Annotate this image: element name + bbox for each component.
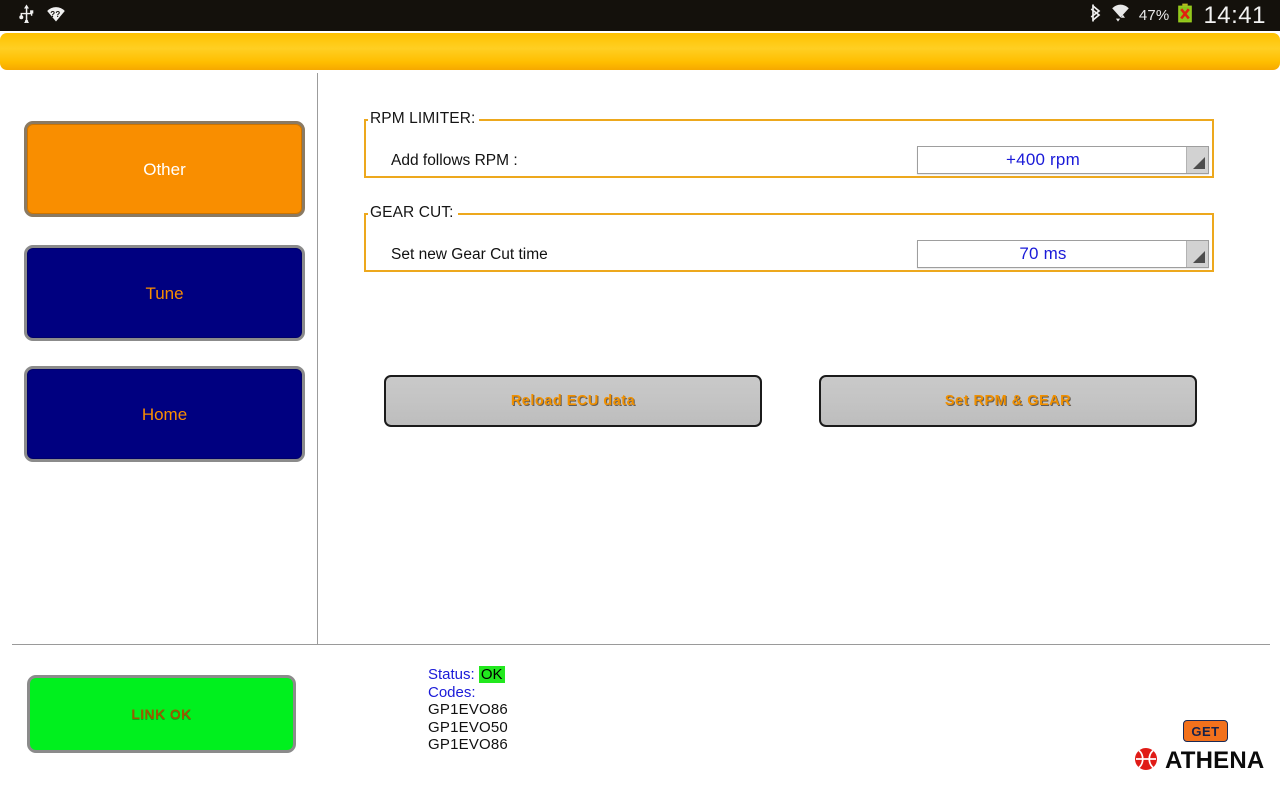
status-bar-right-icons: 47% 14:41 <box>1089 3 1280 28</box>
codes-label: Codes: <box>428 683 476 701</box>
wifi-transfer-icon <box>1110 4 1131 27</box>
set-rpm-gear-label: Set RPM & GEAR <box>944 393 1072 409</box>
sidebar-item-other[interactable]: Other <box>24 121 305 217</box>
android-status-bar: ? ? 47% 14:41 <box>0 0 1280 31</box>
rpm-limiter-legend: RPM LIMITER: <box>368 110 480 128</box>
sidebar-divider <box>317 73 318 644</box>
gear-cut-time-label: Set new Gear Cut time <box>391 246 548 263</box>
reload-ecu-data-button[interactable]: Reload ECU data <box>384 375 762 427</box>
add-follows-rpm-label: Add follows RPM : <box>391 152 518 169</box>
status-bar-clock: 14:41 <box>1203 1 1266 29</box>
status-row: Status: OK <box>428 666 508 684</box>
ecu-status-block: Status: OK Codes: GP1EVO86 GP1EVO50 GP1E… <box>428 666 508 754</box>
ecu-code: GP1EVO86 <box>428 701 508 718</box>
athena-logo: ATHENA <box>1134 747 1265 776</box>
sidebar-item-home[interactable]: Home <box>24 366 305 462</box>
status-badge: OK <box>478 666 505 683</box>
athena-logo-text: ATHENA <box>1165 747 1265 774</box>
usb-icon <box>18 4 35 28</box>
wifi-unknown-icon: ? ? <box>45 5 67 27</box>
chevron-down-icon[interactable] <box>1186 241 1208 267</box>
status-label: Status: <box>428 666 475 683</box>
gear-cut-time-value: 70 ms <box>1019 244 1067 263</box>
link-status-label: LINK OK <box>131 706 192 722</box>
add-follows-rpm-select[interactable]: +400 rpm <box>917 146 1209 174</box>
sidebar-item-label: Home <box>141 404 188 424</box>
reload-ecu-data-label: Reload ECU data <box>510 393 636 409</box>
svg-text:?: ? <box>55 10 60 19</box>
chevron-down-icon[interactable] <box>1186 147 1208 173</box>
battery-percent-label: 47% <box>1138 7 1170 24</box>
app-window: ? ? 47% 14:41 Other Tune Home LINK OK RP… <box>0 0 1280 800</box>
battery-error-icon <box>1177 3 1193 28</box>
athena-mark-icon <box>1134 747 1160 776</box>
sidebar-item-tune[interactable]: Tune <box>24 245 305 341</box>
bluetooth-icon <box>1089 3 1102 28</box>
sidebar-item-label: Other <box>143 159 186 179</box>
gear-cut-legend: GEAR CUT: <box>368 204 458 222</box>
ecu-code: GP1EVO86 <box>428 736 508 753</box>
gear-cut-time-select[interactable]: 70 ms <box>917 240 1209 268</box>
get-logo-text: GET <box>1191 723 1220 739</box>
sidebar-item-label: Tune <box>145 283 184 303</box>
link-status-button[interactable]: LINK OK <box>27 675 296 753</box>
footer-divider <box>12 644 1270 645</box>
set-rpm-gear-button[interactable]: Set RPM & GEAR <box>819 375 1197 427</box>
get-logo: GET <box>1183 720 1228 742</box>
status-bar-left-icons: ? ? <box>0 4 67 28</box>
ecu-code: GP1EVO50 <box>428 718 508 736</box>
add-follows-rpm-value: +400 rpm <box>1006 150 1080 169</box>
codes-row: Codes: <box>428 684 508 702</box>
app-title-bar <box>0 33 1280 70</box>
